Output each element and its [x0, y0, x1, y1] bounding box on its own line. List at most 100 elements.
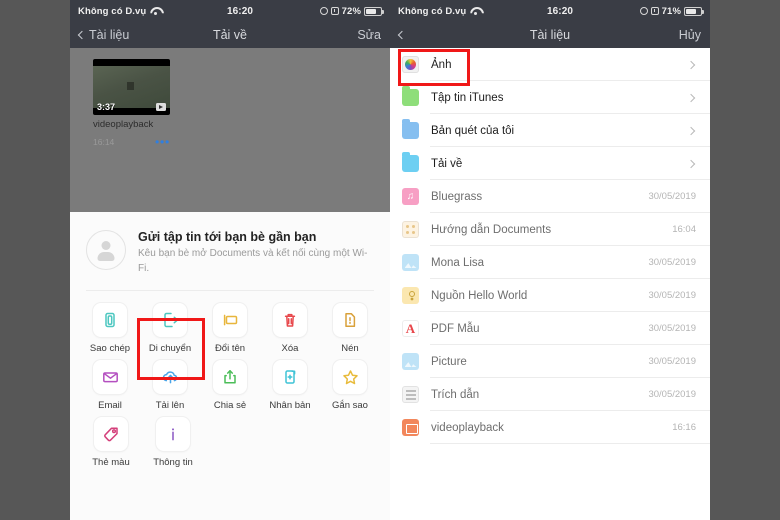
right-status-bar: Không có D.vụ 16:20 71%	[390, 0, 710, 22]
action-duplicate[interactable]: Nhân bản	[260, 360, 320, 411]
image-icon	[402, 254, 419, 271]
action-label: Chia sẻ	[213, 400, 247, 411]
airdrop-section[interactable]: Gửi tập tin tới bạn bè gần bạn Kêu bạn b…	[70, 212, 390, 290]
key-icon	[402, 287, 419, 304]
list-item[interactable]: Hướng dẫn Documents 16:04	[390, 213, 710, 246]
list-item-date: 30/05/2019	[648, 323, 696, 334]
action-label: Tải lên	[155, 400, 185, 411]
list-item[interactable]: Bluegrass 30/05/2019	[390, 180, 710, 213]
list-item[interactable]: Bản quét của tôi	[390, 114, 710, 147]
left-nav-bar: Tài liệu Tải về Sửa	[70, 22, 390, 48]
action-copy[interactable]: Sao chép	[80, 303, 140, 354]
list-item-label: Bản quét của tôi	[431, 124, 515, 137]
list-item-label: Hướng dẫn Documents	[431, 223, 552, 236]
action-star[interactable]: Gắn sao	[320, 360, 380, 411]
list-item[interactable]: Ảnh	[390, 48, 710, 81]
chevron-left-icon	[397, 30, 407, 40]
list-item[interactable]: Mona Lisa 30/05/2019	[390, 246, 710, 279]
action-compress[interactable]: Nén	[320, 303, 380, 354]
folder-icon	[402, 86, 419, 106]
share-icon	[213, 360, 247, 394]
list-item[interactable]: Trích dẫn 30/05/2019	[390, 378, 710, 411]
action-label: Thẻ màu	[92, 457, 130, 468]
photos-icon	[402, 56, 419, 73]
list-item-date: 30/05/2019	[648, 290, 696, 301]
list-item[interactable]: Tải về	[390, 147, 710, 180]
action-label: Email	[98, 400, 122, 411]
action-label: Nén	[341, 343, 359, 354]
action-info[interactable]: Thông tin	[142, 417, 204, 468]
file-name-label: videoplayback	[93, 119, 154, 130]
avatar	[86, 230, 126, 270]
list-item-label: videoplayback	[431, 421, 504, 434]
list-item[interactable]: videoplayback 16:16	[390, 411, 710, 444]
carrier-group: Không có D.vụ	[398, 6, 480, 17]
right-phone-screen: Không có D.vụ 16:20 71% Tài liệu Hủy Ảnh…	[390, 0, 710, 520]
carrier-label: Không có D.vụ	[398, 5, 467, 17]
chevron-right-icon	[686, 60, 696, 69]
left-phone-panel: Không có D.vụ 16:20 72% Tài liệu Tải về …	[0, 0, 390, 520]
folder-icon	[402, 119, 419, 139]
battery-percent-label: 72%	[341, 5, 361, 17]
action-sheet: Gửi tập tin tới bạn bè gần bạn Kêu bạn b…	[70, 212, 390, 520]
alarm-icon	[650, 7, 659, 15]
list-item-label: PDF Mẫu	[431, 322, 480, 335]
cloud-up-icon	[153, 360, 187, 394]
right-nav-bar: Tài liệu Hủy	[390, 22, 710, 48]
video-icon	[402, 419, 419, 436]
action-label: Đổi tên	[214, 343, 246, 354]
folder-icon	[402, 152, 419, 172]
battery-icon	[364, 6, 384, 16]
list-item[interactable]: PDF Mẫu 30/05/2019	[390, 312, 710, 345]
clock-label: 16:20	[226, 5, 254, 17]
action-label: Thông tin	[153, 457, 193, 468]
action-rename[interactable]: Đổi tên	[200, 303, 260, 354]
edit-button[interactable]: Sửa	[321, 28, 381, 42]
left-status-bar: Không có D.vụ 16:20 72%	[70, 0, 390, 22]
list-item-label: Nguồn Hello World	[431, 289, 528, 302]
action-label: Di chuyển	[148, 343, 192, 354]
action-trash[interactable]: Xóa	[260, 303, 320, 354]
image-icon	[402, 353, 419, 370]
action-label: Sao chép	[89, 343, 131, 354]
carrier-group: Không có D.vụ	[78, 6, 160, 17]
action-row: Email Tải lên Chia sẻ Nhân bản Gắn sao	[80, 360, 380, 411]
list-item[interactable]: Tập tin iTunes	[390, 81, 710, 114]
action-tag[interactable]: Thẻ màu	[80, 417, 142, 468]
list-item-date: 30/05/2019	[648, 389, 696, 400]
envelope-icon	[93, 360, 127, 394]
airdrop-subtitle: Kêu bạn bè mở Documents và kết nối cùng …	[138, 248, 368, 274]
location-icon	[639, 7, 648, 15]
airdrop-title: Gửi tập tin tới bạn bè gần bạn	[138, 230, 317, 244]
list-item-date: 16:16	[672, 422, 696, 433]
list-item-label: Trích dẫn	[431, 388, 480, 401]
file-card-videoplayback[interactable]: 3:37 videoplayback 16:14 •••	[93, 59, 170, 148]
back-button[interactable]	[397, 30, 459, 40]
list-item-date: 30/05/2019	[648, 191, 696, 202]
info-icon	[156, 417, 190, 451]
battery-icon	[684, 6, 704, 16]
action-cloud-up[interactable]: Tải lên	[140, 360, 200, 411]
airdrop-text: Gửi tập tin tới bạn bè gần bạn Kêu bạn b…	[138, 230, 373, 276]
list-item[interactable]: Nguồn Hello World 30/05/2019	[390, 279, 710, 312]
action-move[interactable]: Di chuyển	[140, 303, 200, 354]
cancel-button[interactable]: Hủy	[641, 28, 701, 42]
star-icon	[333, 360, 367, 394]
back-label: Tài liệu	[89, 28, 130, 42]
duplicate-icon	[273, 360, 307, 394]
chevron-right-icon	[686, 93, 696, 102]
action-envelope[interactable]: Email	[80, 360, 140, 411]
list-item-label: Tải về	[431, 157, 463, 170]
more-options-button[interactable]: •••	[155, 136, 170, 148]
list-item-label: Ảnh	[431, 58, 452, 71]
trash-icon	[273, 303, 307, 337]
list-item-label: Picture	[431, 355, 467, 368]
back-button[interactable]: Tài liệu	[77, 28, 139, 42]
video-thumbnail: 3:37	[93, 59, 170, 115]
doc-icon	[402, 221, 419, 238]
list-item-date: 16:04	[672, 224, 696, 235]
action-share[interactable]: Chia sẻ	[200, 360, 260, 411]
destination-list: Ảnh Tập tin iTunes Bản quét của tôi Tải về B…	[390, 48, 710, 520]
battery-percent-label: 71%	[661, 5, 681, 17]
list-item[interactable]: Picture 30/05/2019	[390, 345, 710, 378]
